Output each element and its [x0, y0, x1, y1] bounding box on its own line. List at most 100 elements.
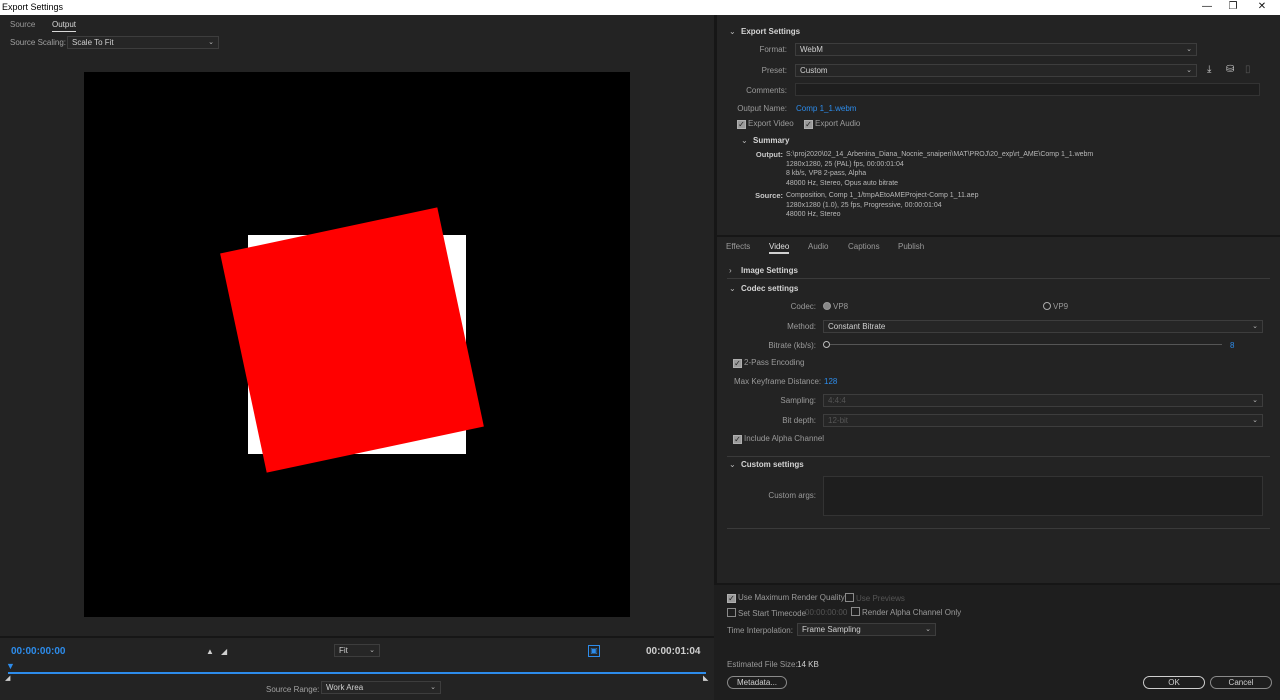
codec-settings-header[interactable]: ⌄ Codec settings	[729, 284, 798, 293]
method-dropdown[interactable]: Constant Bitrate ⌄	[823, 320, 1263, 333]
max-keyframe-value[interactable]: 128	[824, 377, 837, 386]
comments-input[interactable]	[795, 83, 1260, 96]
tab-source[interactable]: Source	[10, 20, 35, 29]
minimize-icon[interactable]: —	[1194, 0, 1220, 15]
method-label: Method:	[787, 322, 816, 331]
checkbox-checked-icon: ✓	[727, 594, 736, 603]
source-output-tabs: Source Output	[0, 15, 714, 34]
codec-vp9-radio[interactable]: VP9	[1043, 302, 1068, 311]
set-out-point-icon[interactable]: ◢	[221, 647, 227, 656]
out-marker-icon[interactable]: ◣	[703, 674, 708, 682]
chevron-down-icon: ⌄	[729, 460, 736, 469]
radio-selected-icon	[823, 302, 831, 310]
tab-audio[interactable]: Audio	[808, 242, 828, 251]
export-settings-header[interactable]: ⌄ Export Settings	[729, 27, 800, 36]
import-preset-icon[interactable]: ⛁	[1226, 64, 1234, 75]
export-video-checkbox[interactable]: ✓ Export Video	[737, 119, 794, 129]
custom-settings-header[interactable]: ⌄ Custom settings	[729, 460, 804, 469]
checkbox-checked-icon: ✓	[804, 120, 813, 129]
chevron-down-icon: ⌄	[430, 684, 436, 691]
zoom-value: Fit	[339, 646, 348, 655]
output-name-link[interactable]: Comp 1_1.webm	[796, 104, 856, 113]
chevron-down-icon: ⌄	[729, 27, 736, 36]
summary-output-label: Output:	[755, 150, 783, 159]
two-pass-checkbox[interactable]: ✓ 2-Pass Encoding	[733, 358, 804, 368]
zoom-dropdown[interactable]: Fit ⌄	[334, 644, 380, 657]
comments-label: Comments:	[746, 86, 787, 95]
divider	[727, 456, 1270, 457]
max-render-quality-checkbox[interactable]: ✓ Use Maximum Render Quality	[727, 593, 845, 603]
summary-output-line: 1280x1280, 25 (PAL) fps, 00:00:01:04	[786, 160, 904, 168]
aspect-correction-icon[interactable]: ▣	[588, 645, 600, 657]
summary-output-line: 8 kb/s, VP8 2-pass, Alpha	[786, 170, 867, 177]
time-interpolation-dropdown[interactable]: Frame Sampling ⌄	[797, 623, 936, 636]
timeline-bar[interactable]	[8, 672, 706, 674]
format-dropdown[interactable]: WebM ⌄	[795, 43, 1197, 56]
chevron-down-icon: ⌄	[1186, 67, 1192, 74]
sampling-dropdown: 4:4:4 ⌄	[823, 394, 1263, 407]
estimated-size-value: 14 KB	[797, 660, 819, 669]
checkbox-checked-icon: ✓	[737, 120, 746, 129]
restore-icon[interactable]: ❐	[1220, 0, 1246, 15]
tab-publish[interactable]: Publish	[898, 242, 924, 251]
bitrate-label: Bitrate (kb/s):	[768, 341, 816, 350]
ok-button[interactable]: OK	[1143, 676, 1205, 689]
title-bar: Export Settings — ❐ ✕	[0, 0, 1280, 15]
bitrate-slider-handle[interactable]	[823, 341, 830, 348]
include-alpha-checkbox[interactable]: ✓ Include Alpha Channel	[733, 434, 824, 444]
render-alpha-only-checkbox[interactable]: Render Alpha Channel Only	[851, 607, 961, 617]
set-in-point-icon[interactable]: ▲	[206, 647, 214, 656]
window-title: Export Settings	[2, 2, 64, 12]
delete-preset-icon[interactable]: ▯	[1245, 64, 1251, 75]
summary-source-line: 48000 Hz, Stereo	[786, 211, 841, 218]
cancel-button[interactable]: Cancel	[1210, 676, 1272, 689]
format-value: WebM	[800, 45, 823, 54]
summary-source-line: 1280x1280 (1.0), 25 fps, Progressive, 00…	[786, 201, 942, 209]
bitrate-value[interactable]: 8	[1230, 341, 1234, 350]
chevron-down-icon: ⌄	[729, 284, 736, 293]
bit-depth-label: Bit depth:	[782, 416, 816, 425]
tab-captions[interactable]: Captions	[848, 242, 880, 251]
sampling-label: Sampling:	[780, 396, 816, 405]
tab-effects[interactable]: Effects	[726, 242, 750, 251]
divider	[717, 235, 1280, 237]
source-range-value: Work Area	[326, 683, 364, 692]
close-icon[interactable]: ✕	[1249, 0, 1275, 15]
playhead-icon[interactable]: ▼	[6, 661, 15, 671]
current-timecode[interactable]: 00:00:00:00	[11, 646, 65, 657]
preview-canvas	[84, 72, 630, 617]
summary-output-line: 48000 Hz, Stereo, Opus auto bitrate	[786, 179, 899, 187]
start-timecode-value: 00:00:00:00	[805, 608, 848, 617]
metadata-button[interactable]: Metadata...	[727, 676, 787, 689]
chevron-down-icon: ⌄	[741, 136, 748, 145]
duration-timecode: 00:00:01:04	[646, 646, 701, 657]
preset-value: Custom	[800, 66, 828, 75]
set-start-timecode-checkbox[interactable]: Set Start Timecode	[727, 608, 806, 618]
estimated-size-label: Estimated File Size:	[727, 660, 798, 669]
source-range-dropdown[interactable]: Work Area ⌄	[321, 681, 441, 694]
bit-depth-value: 12-bit	[828, 416, 849, 425]
divider	[727, 278, 1270, 279]
tab-output[interactable]: Output	[52, 20, 77, 32]
source-scaling-dropdown[interactable]: Scale To Fit ⌄	[67, 36, 219, 49]
summary-header[interactable]: ⌄ Summary	[741, 136, 789, 145]
preview-panel: Source Output Source Scaling: Scale To F…	[0, 15, 714, 700]
chevron-down-icon: ⌄	[1252, 417, 1258, 424]
image-settings-header[interactable]: › Image Settings	[729, 266, 798, 275]
in-marker-icon[interactable]: ◢	[5, 674, 10, 682]
export-audio-checkbox[interactable]: ✓ Export Audio	[804, 119, 860, 129]
codec-vp8-radio[interactable]: VP8	[823, 302, 848, 311]
render-options-panel: ✓ Use Maximum Render Quality Use Previews…	[714, 583, 1280, 700]
checkbox-empty-icon	[845, 593, 854, 602]
save-preset-icon[interactable]: ⤓	[1207, 64, 1211, 75]
output-name-label: Output Name:	[737, 104, 787, 113]
bitrate-slider-track[interactable]	[825, 344, 1222, 345]
preset-dropdown[interactable]: Custom ⌄	[795, 64, 1197, 77]
checkbox-empty-icon	[851, 607, 860, 616]
checkbox-checked-icon: ✓	[733, 435, 742, 444]
tab-video[interactable]: Video	[769, 242, 790, 254]
divider	[0, 636, 714, 638]
custom-args-input[interactable]	[823, 476, 1263, 516]
bit-depth-dropdown: 12-bit ⌄	[823, 414, 1263, 427]
source-range-label: Source Range:	[266, 685, 320, 694]
